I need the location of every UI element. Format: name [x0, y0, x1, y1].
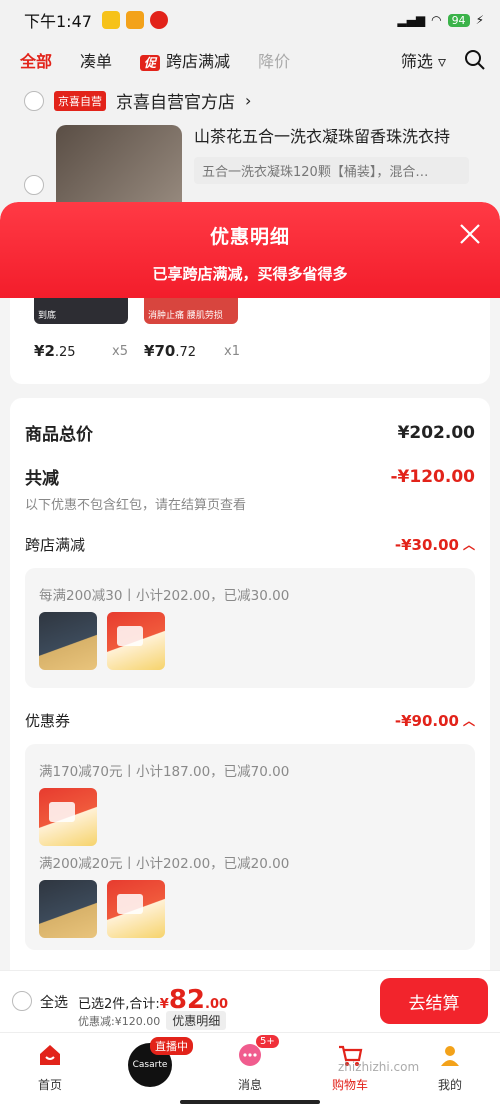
cart-tabs: 全部 凑单 促跨店满减 降价 筛选 ▿	[0, 40, 500, 80]
selected-items-card: 到底 消肿止痛 腰肌劳损 ¥2.25 x5 ¥70.72 x1	[10, 298, 490, 384]
tab-price-drop[interactable]: 降价	[258, 48, 290, 72]
store-row: 京喜自营 京喜自营官方店 ›	[0, 80, 500, 121]
discount-row: 共减 -¥120.00	[25, 464, 476, 490]
checkout-button[interactable]: 去结算	[380, 978, 488, 1024]
checkout-bar: 全选 已选2件,合计:¥82.00 优惠减:¥120.00 优惠明细 去结算	[0, 970, 500, 1032]
tab-home-label: 首页	[37, 1078, 62, 1092]
tab-messages[interactable]: 消息	[200, 1033, 300, 1093]
coupon-row[interactable]: 优惠券 -¥90.00 ︿	[25, 710, 475, 731]
coupon-group: 满170减70元丨小计187.00，已减70.00 满200减20元丨小计202…	[25, 744, 475, 950]
watermark: zhizhizhi.com	[338, 1060, 420, 1074]
home-indicator	[180, 1100, 320, 1104]
sheet-title: 优惠明细	[209, 226, 290, 248]
store-checkbox[interactable]	[24, 90, 44, 111]
tab-mine-label: 我的	[437, 1078, 462, 1092]
messages-badge: 5+	[256, 1035, 279, 1048]
select-all-label[interactable]: 全选	[40, 992, 68, 1012]
status-right: ▂▄▆ ◠ 94 ⚡	[397, 13, 484, 27]
item-tag: 消肿止痛 腰肌劳损	[148, 311, 223, 321]
weibo-icon	[149, 11, 168, 29]
total-value: ¥202.00	[397, 422, 475, 443]
item-qty: x5	[112, 344, 128, 359]
discount-value: -¥120.00	[390, 466, 476, 487]
item-tag: 到底	[38, 311, 57, 321]
sheet-subtitle: 已享跨店满减，买得多省得多	[152, 265, 348, 283]
status-time: 下午1:47	[24, 12, 92, 31]
product-checkbox[interactable]	[24, 175, 44, 195]
store-badge: 京喜自营	[54, 90, 106, 111]
user-icon	[441, 1046, 459, 1066]
signal-icon: ▂▄▆	[397, 13, 426, 27]
cross-store-group: 每满200减30丨小计202.00，已减30.00	[25, 568, 475, 688]
price-symbol: ¥	[34, 342, 45, 360]
promo-tag: 促	[140, 55, 161, 71]
coupon-value: -¥90.00	[394, 711, 459, 730]
discount-detail-toggle[interactable]: 优惠明细	[166, 1011, 227, 1030]
home-icon	[40, 1045, 60, 1065]
item-thumbnail: 到底	[34, 298, 128, 324]
live-badge: 直播中	[150, 1037, 193, 1055]
tab-home[interactable]: 首页	[0, 1033, 100, 1093]
coupon-rule: 满200减20元丨小计202.00，已减20.00	[39, 856, 290, 872]
price-int: 70	[154, 342, 176, 360]
product-thumbnail	[107, 612, 165, 670]
item-price: ¥70.72	[144, 342, 196, 360]
close-icon[interactable]	[458, 222, 482, 246]
funnel-icon: ▿	[437, 52, 446, 71]
select-all-checkbox[interactable]	[12, 991, 32, 1011]
cross-store-label: 跨店满减	[25, 536, 86, 554]
cross-store-rule: 每满200减30丨小计202.00，已减30.00	[39, 588, 290, 604]
coupon-label: 优惠券	[25, 712, 71, 730]
wifi-icon: ◠	[431, 13, 442, 27]
product-title[interactable]: 山茶花五合一洗衣凝珠留香珠洗衣持	[194, 125, 476, 149]
discount-note: 以下优惠不包含红包，请在结算页查看	[25, 498, 247, 513]
charging-icon: ⚡	[475, 13, 484, 27]
search-icon[interactable]	[464, 49, 486, 71]
item-thumbnail: 消肿止痛 腰肌劳损	[144, 298, 238, 324]
product-thumbnail	[39, 880, 97, 938]
discount-text: 优惠减:¥120.00	[78, 1014, 161, 1028]
sheet-header: 优惠明细 已享跨店满减，买得多省得多	[0, 202, 500, 298]
tab-all[interactable]: 全部	[20, 48, 52, 72]
total-label: 商品总价	[25, 425, 93, 445]
total-row: 商品总价 ¥202.00	[25, 420, 475, 446]
item-qty: x1	[224, 344, 240, 359]
currency-symbol: ¥	[159, 997, 169, 1012]
selected-prefix: 已选2件,合计:	[78, 997, 160, 1012]
coupon-rule: 满170减70元丨小计187.00，已减70.00	[39, 764, 290, 780]
product-thumbnail	[39, 788, 97, 846]
discount-summary: 优惠减:¥120.00 优惠明细	[78, 1011, 227, 1030]
cross-store-value: -¥30.00	[394, 535, 459, 554]
meituan-icon	[101, 11, 120, 29]
product-thumbnail	[39, 612, 97, 670]
amount-dec: .00	[205, 997, 229, 1012]
store-name[interactable]: 京喜自营官方店	[116, 88, 235, 113]
tab-cross-store[interactable]: 促跨店满减	[140, 48, 230, 72]
cross-store-row[interactable]: 跨店满减 -¥30.00 ︿	[25, 534, 475, 555]
chevron-up-icon: ︿	[462, 713, 475, 728]
notification-icon	[125, 11, 144, 29]
tab-messages-label: 消息	[237, 1078, 262, 1092]
tab-cart-label: 购物车	[331, 1078, 368, 1092]
item-price: ¥2.25	[34, 342, 76, 360]
tab-cross-store-label: 跨店满减	[166, 52, 231, 71]
status-bar: 下午1:47 ▂▄▆ ◠ 94 ⚡	[0, 0, 500, 40]
product-thumbnail	[107, 880, 165, 938]
price-dec: .72	[175, 345, 196, 360]
discount-label: 共减	[25, 469, 59, 489]
price-dec: .25	[54, 345, 76, 360]
filter-button[interactable]: 筛选 ▿	[401, 48, 446, 72]
filter-label: 筛选	[400, 52, 433, 71]
tab-bundle[interactable]: 凑单	[80, 48, 112, 72]
price-detail-card: 商品总价 ¥202.00 共减 -¥120.00 以下优惠不包含红包，请在结算页…	[10, 398, 490, 978]
price-int: 2	[44, 342, 55, 360]
live-brand-label: Casarte	[132, 1060, 168, 1070]
product-spec[interactable]: 五合一洗衣凝珠120颗【桶装】，混合…	[194, 157, 469, 184]
price-symbol: ¥	[144, 342, 155, 360]
chevron-up-icon: ︿	[462, 537, 475, 552]
battery-indicator: 94	[447, 13, 470, 27]
chevron-right-icon: ›	[245, 91, 252, 110]
